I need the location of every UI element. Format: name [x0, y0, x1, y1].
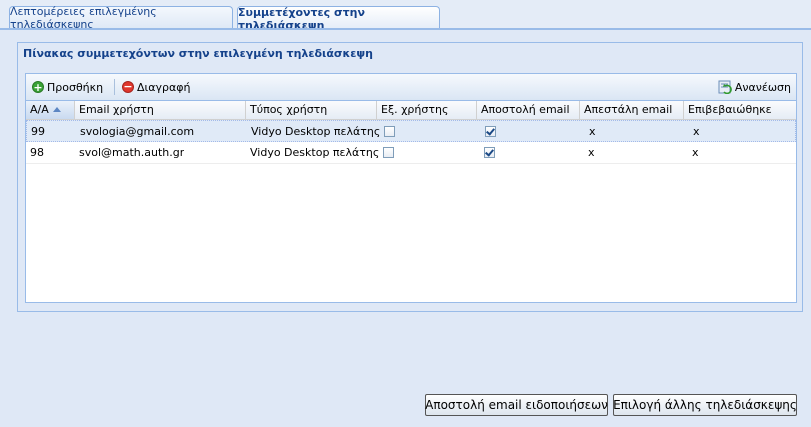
- cell-email-sent: x: [588, 146, 595, 159]
- cell-id: 98: [30, 146, 44, 159]
- column-header-external-user[interactable]: Εξ. χρήστης: [377, 101, 477, 119]
- refresh-button-label: Ανανέωση: [734, 80, 791, 94]
- grid-header: Α/Α Email χρήστη Τύπος χρήστη Εξ. χρήστη…: [26, 101, 796, 120]
- delete-button[interactable]: − Διαγραφή: [120, 77, 192, 97]
- external-user-checkbox[interactable]: [384, 126, 395, 137]
- tab-bar: Λεπτομέρειες επιλεγμένης τηλεδιάσκεψης Σ…: [0, 0, 811, 32]
- sort-ascending-icon: [52, 107, 61, 112]
- select-other-conference-button[interactable]: Επιλογή άλλης τηλεδιάσκεψης: [613, 394, 797, 416]
- refresh-icon: [718, 80, 732, 95]
- select-other-conference-label: Επιλογή άλλης τηλεδιάσκεψης: [613, 398, 797, 412]
- send-notifications-label: Αποστολή email ειδοποιήσεων: [425, 398, 608, 412]
- cell-email: svol@math.auth.gr: [79, 146, 185, 159]
- participants-grid: + Προσθήκη − Διαγραφή Ανανέωση Α/Α Email…: [25, 73, 797, 303]
- table-row[interactable]: 99 svologia@gmail.com Vidyo Desktop πελά…: [26, 120, 796, 142]
- cell-user-type: Vidyo Desktop πελάτης: [251, 125, 381, 138]
- table-row[interactable]: 98 svol@math.auth.gr Vidyo Desktop πελάτ…: [26, 142, 796, 164]
- column-header-email[interactable]: Email χρήστη: [75, 101, 246, 119]
- cell-email-sent: x: [589, 125, 596, 138]
- column-header-id[interactable]: Α/Α: [26, 101, 75, 119]
- column-header-send-email[interactable]: Αποστολή email: [477, 101, 580, 119]
- tab-participants[interactable]: Συμμετέχοντες στην τηλεδιάσκεψη: [237, 6, 440, 32]
- add-button-label: Προσθήκη: [47, 80, 104, 94]
- participants-panel: Πίνακας συμμετεχόντων στην επιλεγμένη τη…: [17, 42, 803, 312]
- external-user-checkbox[interactable]: [383, 147, 394, 158]
- column-header-email-sent[interactable]: Απεστάλη email: [580, 101, 684, 119]
- grid-toolbar: + Προσθήκη − Διαγραφή Ανανέωση: [26, 74, 796, 101]
- column-header-confirmed[interactable]: Επιβεβαιώθηκε: [684, 101, 796, 119]
- tab-conference-details[interactable]: Λεπτομέρειες επιλεγμένης τηλεδιάσκεψης: [9, 5, 233, 31]
- cell-user-type: Vidyo Desktop πελάτης: [250, 146, 380, 159]
- delete-button-label: Διαγραφή: [137, 80, 191, 94]
- panel-title: Πίνακας συμμετεχόντων στην επιλεγμένη τη…: [23, 47, 373, 60]
- column-header-user-type[interactable]: Τύπος χρήστη: [246, 101, 377, 119]
- toolbar-separator: [114, 79, 115, 95]
- add-button[interactable]: + Προσθήκη: [30, 77, 105, 97]
- add-icon: +: [32, 81, 44, 94]
- cell-id: 99: [31, 125, 45, 138]
- cell-confirmed: x: [692, 146, 699, 159]
- delete-icon: −: [122, 80, 134, 93]
- send-notifications-button[interactable]: Αποστολή email ειδοποιήσεων: [425, 394, 608, 416]
- send-email-checkbox[interactable]: [485, 126, 496, 137]
- cell-email: svologia@gmail.com: [80, 125, 195, 138]
- column-header-id-label: Α/Α: [30, 103, 49, 116]
- refresh-button[interactable]: Ανανέωση: [716, 77, 793, 97]
- send-email-checkbox[interactable]: [484, 147, 495, 158]
- cell-confirmed: x: [693, 125, 700, 138]
